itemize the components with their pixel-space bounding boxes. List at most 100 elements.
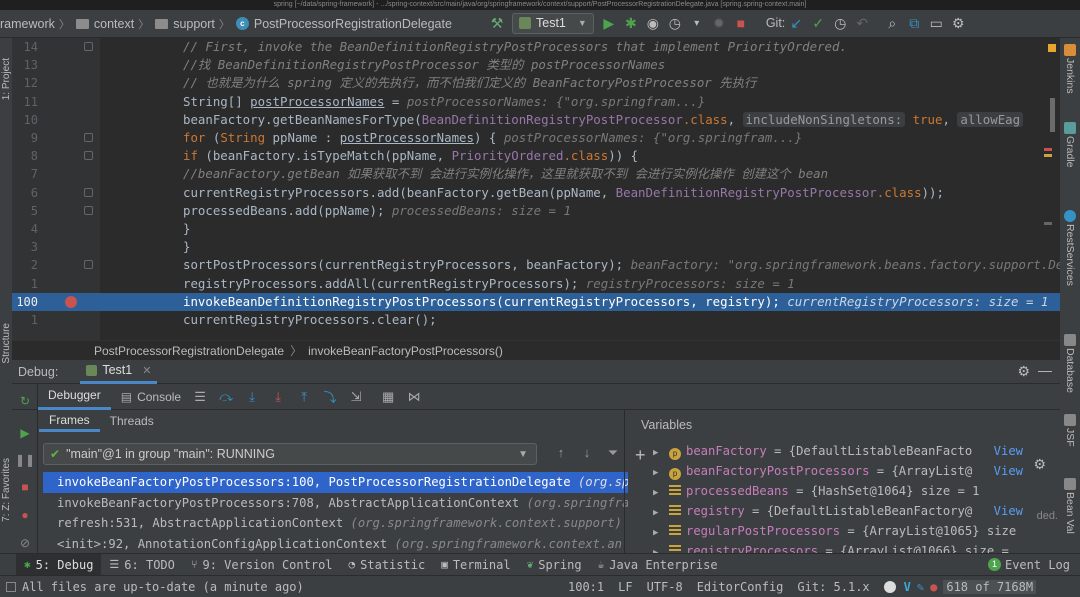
stop-icon[interactable]: ■ xyxy=(18,480,32,494)
build-hammer-icon[interactable]: ⚒ xyxy=(486,12,508,34)
tool-database[interactable]: Database xyxy=(1064,348,1076,393)
view-link[interactable]: View xyxy=(990,441,1023,461)
stack-frame-row[interactable]: refresh:531, AbstractApplicationContext … xyxy=(43,513,628,534)
tab-console[interactable]: ▤ Console xyxy=(111,384,191,410)
settings-icon[interactable]: ⚙ xyxy=(947,12,969,34)
debug-bug-icon[interactable]: ✱ xyxy=(620,12,642,34)
fold-marker-icon[interactable] xyxy=(84,151,93,161)
view-breakpoints-icon[interactable]: ● xyxy=(18,508,32,522)
force-step-into-icon[interactable]: ⤓ xyxy=(269,388,287,406)
expand-arrow-icon[interactable]: ▶ xyxy=(653,483,661,501)
inspection-warning-icon[interactable] xyxy=(1048,44,1056,52)
warning-stripe-mark[interactable] xyxy=(1044,154,1052,157)
code-line[interactable]: 11 String[] postProcessorNames = postProc… xyxy=(12,93,1060,111)
tool-window-spring[interactable]: ❦ Spring xyxy=(519,554,590,576)
code-line[interactable]: 8 if (beanFactory.isTypeMatch(ppName, Pr… xyxy=(12,147,1060,165)
debug-session-tab[interactable]: Test1 ✕ xyxy=(80,360,158,384)
toggle-tool-windows-icon[interactable] xyxy=(6,581,16,592)
evaluate-icon[interactable]: ▦ xyxy=(379,388,397,406)
drop-frame-icon[interactable]: ⤵ xyxy=(321,388,339,406)
code-line[interactable]: 1 currentRegistryProcessors.clear(); xyxy=(12,311,1060,329)
event-log-button[interactable]: 1 Event Log xyxy=(987,558,1070,572)
variable-row[interactable]: ▶ p beanFactoryPostProcessors = {ArrayList… xyxy=(653,461,1025,481)
variable-row[interactable]: ▶ registry = {DefaultListableBeanFactory@… xyxy=(653,501,1025,521)
code-line[interactable]: 14 // First, invoke the BeanDefinitionReg… xyxy=(12,38,1060,56)
git-history-icon[interactable]: ◷ xyxy=(829,12,851,34)
step-into-icon[interactable]: ⤓ xyxy=(243,388,261,406)
stack-frame-row[interactable]: <init>:92, AnnotationConfigApplicationCo… xyxy=(43,534,628,555)
translate-icon[interactable]: ⧉ xyxy=(903,12,925,34)
tab-frames[interactable]: Frames xyxy=(39,410,100,432)
breadcrumb-class[interactable]: PostProcessorRegistrationDelegate xyxy=(94,344,284,358)
expand-arrow-icon[interactable]: ▶ xyxy=(653,443,661,461)
status-circle-icon[interactable] xyxy=(883,580,896,593)
stack-frame-row[interactable]: invokeBeanFactoryPostProcessors:100, Pos… xyxy=(43,472,628,493)
line-number[interactable]: 3 xyxy=(12,238,38,256)
line-separator[interactable]: LF xyxy=(618,580,632,594)
code-line[interactable]: 4 } xyxy=(12,220,1060,238)
git-rollback-icon[interactable]: ↶ xyxy=(851,12,873,34)
line-number[interactable]: 12 xyxy=(12,74,38,92)
fold-marker-icon[interactable] xyxy=(84,205,93,215)
minimize-icon[interactable]: — xyxy=(1038,362,1052,378)
add-watch-icon[interactable]: + xyxy=(635,445,646,466)
tool-window-java-enterprise[interactable]: ☕ Java Enterprise xyxy=(590,554,726,576)
line-number[interactable]: 100 xyxy=(12,293,38,311)
crumb-context[interactable]: context 〉 xyxy=(75,16,155,32)
code-line[interactable]: 13 //找 BeanDefinitionRegistryPostProcesso… xyxy=(12,56,1060,74)
fold-marker-icon[interactable] xyxy=(84,187,93,197)
run-configuration-select[interactable]: Test1 ▼ xyxy=(512,12,594,34)
line-number[interactable]: 6 xyxy=(12,184,38,202)
error-stripe-mark[interactable] xyxy=(1044,148,1052,151)
run-to-cursor-icon[interactable]: ⇲ xyxy=(347,388,365,406)
line-number[interactable]: 1 xyxy=(12,311,38,329)
run-dropdown-icon[interactable]: ▾ xyxy=(686,12,708,34)
code-line[interactable]: 12 // 也就是为什么 spring 定义的先执行，而不怕我们定义的 BeanF… xyxy=(12,74,1060,92)
expand-arrow-icon[interactable]: ▶ xyxy=(653,503,661,521)
caret-position[interactable]: 100:1 xyxy=(568,580,604,594)
tool-restservices[interactable]: RestServices xyxy=(1064,224,1076,286)
code-line[interactable]: 6 currentRegistryProcessors.add(beanFact… xyxy=(12,184,1060,202)
notification-icon[interactable]: ● xyxy=(930,580,937,594)
view-link[interactable]: View xyxy=(990,461,1023,481)
trace-icon[interactable]: ⋈ xyxy=(405,388,423,406)
file-encoding[interactable]: UTF-8 xyxy=(647,580,683,594)
git-branch[interactable]: Git: 5.1.x xyxy=(797,580,869,594)
variable-row[interactable]: ▶ processedBeans = {HashSet@1064} size = … xyxy=(653,481,1025,501)
profile-icon[interactable]: ◷ xyxy=(664,12,686,34)
tool-project[interactable]: 1: Project xyxy=(1,58,12,100)
tool-gradle[interactable]: Gradle xyxy=(1064,136,1076,168)
close-icon[interactable]: ✕ xyxy=(142,364,151,377)
thread-select[interactable]: ✔ "main"@1 in group "main": RUNNING ▼ xyxy=(43,443,537,465)
memory-indicator[interactable]: 618 of 7168M xyxy=(943,579,1037,594)
settings-icon[interactable]: ⚙ xyxy=(1033,456,1046,473)
pause-icon[interactable]: ❚❚ xyxy=(15,453,35,467)
plugin-v-icon[interactable]: V xyxy=(904,580,911,594)
tool-window-9-version-control[interactable]: ⑂ 9: Version Control xyxy=(183,554,341,576)
variable-row[interactable]: ▶ p beanFactory = {DefaultListableBeanFact… xyxy=(653,441,1025,461)
tool-window-terminal[interactable]: ▣ Terminal xyxy=(433,554,518,576)
line-number[interactable]: 7 xyxy=(12,165,38,183)
tool-jsf[interactable]: JSF xyxy=(1064,428,1076,447)
step-out-icon[interactable]: ⤒ xyxy=(295,388,313,406)
tool-window-6-todo[interactable]: ☰ 6: TODO xyxy=(101,554,182,576)
crumb-framework[interactable]: ramework 〉 xyxy=(0,16,76,32)
breakpoint-icon[interactable] xyxy=(65,295,77,308)
code-line[interactable]: 5 processedBeans.add(ppName); processedB… xyxy=(12,202,1060,220)
menu-icon[interactable]: ☰ xyxy=(191,388,209,406)
step-over-icon[interactable]: ⤼ xyxy=(217,388,235,406)
line-number[interactable]: 1 xyxy=(12,275,38,293)
arrow-up-icon[interactable]: ↑ xyxy=(551,445,571,461)
editorconfig-status[interactable]: EditorConfig xyxy=(697,580,784,594)
line-number[interactable]: 14 xyxy=(12,38,38,56)
code-line[interactable]: 10 beanFactory.getBeanNamesForType(BeanD… xyxy=(12,111,1060,129)
crumb-class[interactable]: c PostProcessorRegistrationDelegate xyxy=(235,17,452,31)
tool-window-statistic[interactable]: ◔ Statistic xyxy=(341,554,434,576)
git-update-icon[interactable]: ↙ xyxy=(785,12,807,34)
crumb-support[interactable]: support 〉 xyxy=(155,16,236,32)
resume-icon[interactable]: ▶ xyxy=(18,426,32,440)
filter-icon[interactable]: ⏷ xyxy=(603,445,623,461)
tool-favorites[interactable]: 7: Z: Favorites xyxy=(1,458,12,522)
variable-row[interactable]: ▶ regularPostProcessors = {ArrayList@1065… xyxy=(653,521,1025,541)
fold-marker-icon[interactable] xyxy=(84,133,93,142)
